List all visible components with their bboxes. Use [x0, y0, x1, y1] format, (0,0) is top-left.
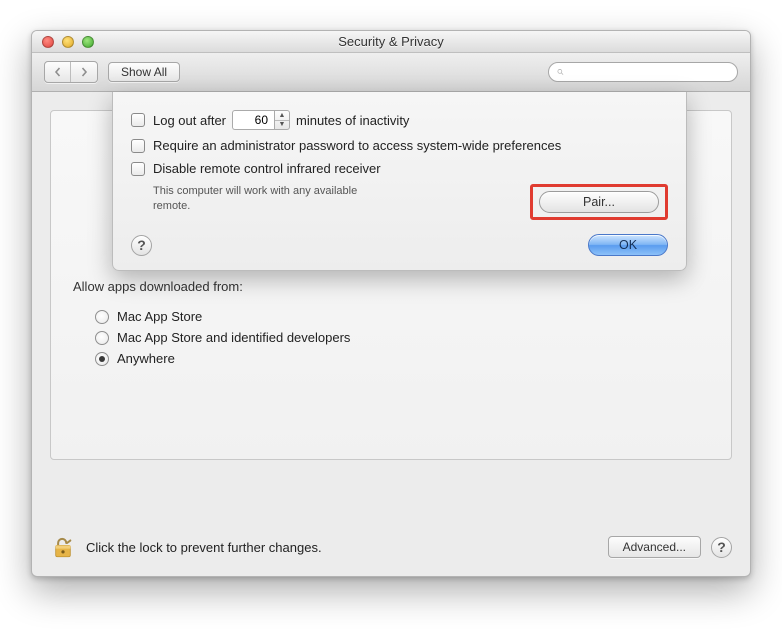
download-section-title: Allow apps downloaded from:	[73, 279, 709, 294]
logout-row[interactable]: Log out after ▲ ▼ minutes of inactivity	[131, 106, 668, 134]
forward-button[interactable]	[71, 62, 97, 82]
titlebar: Security & Privacy	[32, 31, 750, 53]
logout-label-after: minutes of inactivity	[296, 113, 409, 128]
radio-identified-devs[interactable]: Mac App Store and identified developers	[73, 327, 709, 348]
radio-icon	[95, 310, 109, 324]
ok-button[interactable]: OK	[588, 234, 668, 256]
advanced-button[interactable]: Advanced...	[608, 536, 701, 558]
logout-label-before: Log out after	[153, 113, 226, 128]
help-button[interactable]: ?	[131, 235, 152, 256]
infrared-label: Disable remote control infrared receiver	[153, 161, 381, 176]
stepper-up-icon[interactable]: ▲	[275, 111, 289, 121]
checkbox-icon[interactable]	[131, 113, 145, 127]
logout-minutes-input[interactable]	[232, 110, 274, 130]
minutes-stepper[interactable]: ▲ ▼	[274, 110, 290, 130]
radio-icon	[95, 331, 109, 345]
radio-label: Mac App Store and identified developers	[117, 330, 350, 345]
chevron-left-icon	[53, 67, 63, 77]
checkbox-icon[interactable]	[131, 162, 145, 176]
footer: Click the lock to prevent further change…	[32, 522, 750, 576]
prefs-window: Security & Privacy Show All Allow apps d…	[31, 30, 751, 577]
stepper-down-icon[interactable]: ▼	[275, 121, 289, 130]
admin-row[interactable]: Require an administrator password to acc…	[131, 134, 668, 157]
lock-icon[interactable]	[50, 534, 76, 560]
chevron-right-icon	[79, 67, 89, 77]
toolbar: Show All	[32, 53, 750, 92]
zoom-icon[interactable]	[82, 36, 94, 48]
infrared-note: This computer will work with any availab…	[131, 184, 371, 214]
traffic-lights	[32, 36, 94, 48]
nav-segmented	[44, 61, 98, 83]
lock-text: Click the lock to prevent further change…	[86, 540, 322, 555]
pair-button[interactable]: Pair...	[539, 191, 659, 213]
radio-icon	[95, 352, 109, 366]
advanced-sheet: Log out after ▲ ▼ minutes of inactivity …	[112, 92, 687, 271]
show-all-button[interactable]: Show All	[108, 62, 180, 82]
radio-label: Mac App Store	[117, 309, 202, 324]
search-input[interactable]	[570, 64, 729, 80]
infrared-row[interactable]: Disable remote control infrared receiver	[131, 157, 668, 180]
radio-mac-app-store[interactable]: Mac App Store	[73, 306, 709, 327]
search-field[interactable]	[548, 62, 738, 82]
radio-label: Anywhere	[117, 351, 175, 366]
checkbox-icon[interactable]	[131, 139, 145, 153]
close-icon[interactable]	[42, 36, 54, 48]
window-title: Security & Privacy	[32, 34, 750, 49]
admin-label: Require an administrator password to acc…	[153, 138, 561, 153]
help-button-footer[interactable]: ?	[711, 537, 732, 558]
pair-highlight: Pair...	[530, 184, 668, 220]
logout-minutes-field[interactable]: ▲ ▼	[232, 110, 290, 130]
search-icon	[557, 66, 564, 78]
radio-anywhere[interactable]: Anywhere	[73, 348, 709, 369]
minimize-icon[interactable]	[62, 36, 74, 48]
back-button[interactable]	[45, 62, 71, 82]
window-body: Allow apps downloaded from: Mac App Stor…	[32, 92, 750, 522]
